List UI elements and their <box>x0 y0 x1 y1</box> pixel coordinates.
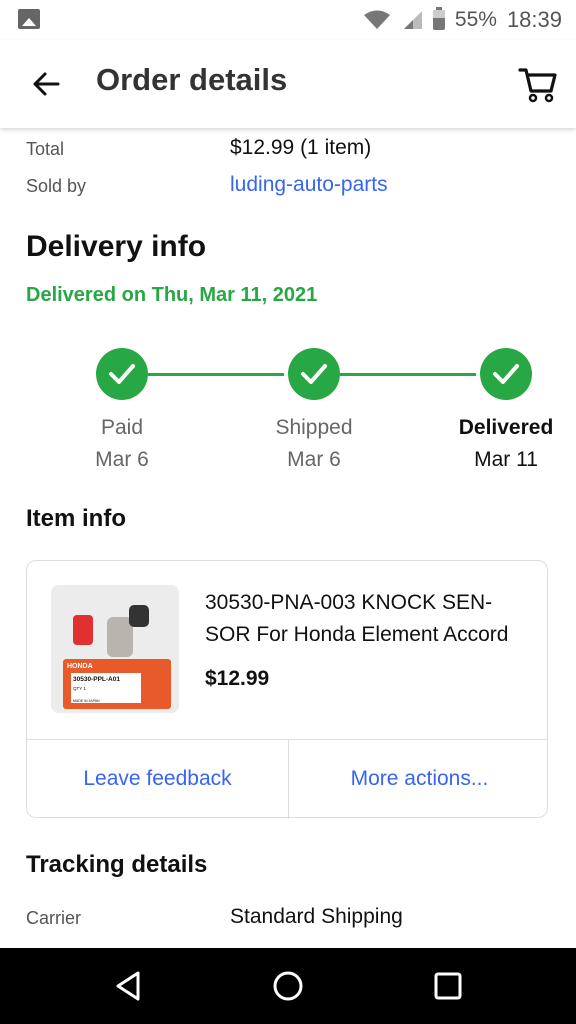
total-value: $12.99 (1 item) <box>230 136 372 159</box>
step-paid-check-icon <box>96 348 148 400</box>
item-thumbnail[interactable]: HONDA 30530-PPL-A01 QTY 1 MADE IN JAPAN <box>51 585 179 713</box>
more-actions-button[interactable]: More actions... <box>289 739 550 819</box>
app-bar: Order details <box>0 40 576 128</box>
signal-icon <box>403 11 422 29</box>
step-label: Shipped <box>275 416 353 439</box>
step-date: Mar 6 <box>95 448 149 471</box>
battery-percent: 55% <box>454 8 497 31</box>
image-part-number: 30530-PPL-A01 <box>73 676 120 683</box>
image-qty: QTY 1 <box>73 686 86 691</box>
step-label: Paid <box>100 416 144 439</box>
carrier-value: Standard Shipping <box>230 905 403 928</box>
page-title: Order details <box>96 62 288 97</box>
order-details-content[interactable]: Total $12.99 (1 item) Sold by luding-aut… <box>0 128 576 948</box>
step-shipped-check-icon <box>288 348 340 400</box>
item-card: HONDA 30530-PPL-A01 QTY 1 MADE IN JAPAN … <box>26 560 550 819</box>
clock: 18:39 <box>506 7 562 32</box>
delivery-status: Delivered on Thu, Mar 11, 2021 <box>26 284 318 306</box>
step-delivered-check-icon <box>480 348 532 400</box>
back-triangle-icon[interactable] <box>110 968 146 1004</box>
item-title[interactable]: 30530-PNA-003 KNOCK SEN-SOR For Honda El… <box>205 587 525 651</box>
leave-feedback-button[interactable]: Leave feedback <box>27 739 288 819</box>
seller-label: Sold by <box>26 176 87 196</box>
cart-icon[interactable] <box>518 64 558 104</box>
seller-link[interactable]: luding-auto-parts <box>230 173 388 197</box>
progress-line <box>148 373 284 376</box>
item-info-heading: Item info <box>26 505 126 532</box>
delivery-info-heading: Delivery info <box>26 230 207 263</box>
step-date: Mar 11 <box>474 448 538 471</box>
progress-line <box>340 373 476 376</box>
total-label: Total <box>26 139 65 159</box>
image-brand: HONDA <box>67 663 93 670</box>
gallery-notification-icon <box>18 9 40 29</box>
item-price: $12.99 <box>205 667 270 690</box>
step-label: Delivered <box>458 416 554 439</box>
battery-icon <box>432 7 445 30</box>
home-circle-icon[interactable] <box>270 968 306 1004</box>
image-origin: MADE IN JAPAN <box>73 699 100 703</box>
back-arrow-icon[interactable] <box>28 66 64 102</box>
tracking-details-heading: Tracking details <box>26 851 208 878</box>
carrier-label: Carrier <box>26 908 82 928</box>
recents-square-icon[interactable] <box>430 968 466 1004</box>
system-nav-bar <box>0 948 576 1024</box>
step-date: Mar 6 <box>287 448 341 471</box>
wifi-icon <box>363 10 390 29</box>
status-bar: 55% 18:39 <box>0 0 576 40</box>
